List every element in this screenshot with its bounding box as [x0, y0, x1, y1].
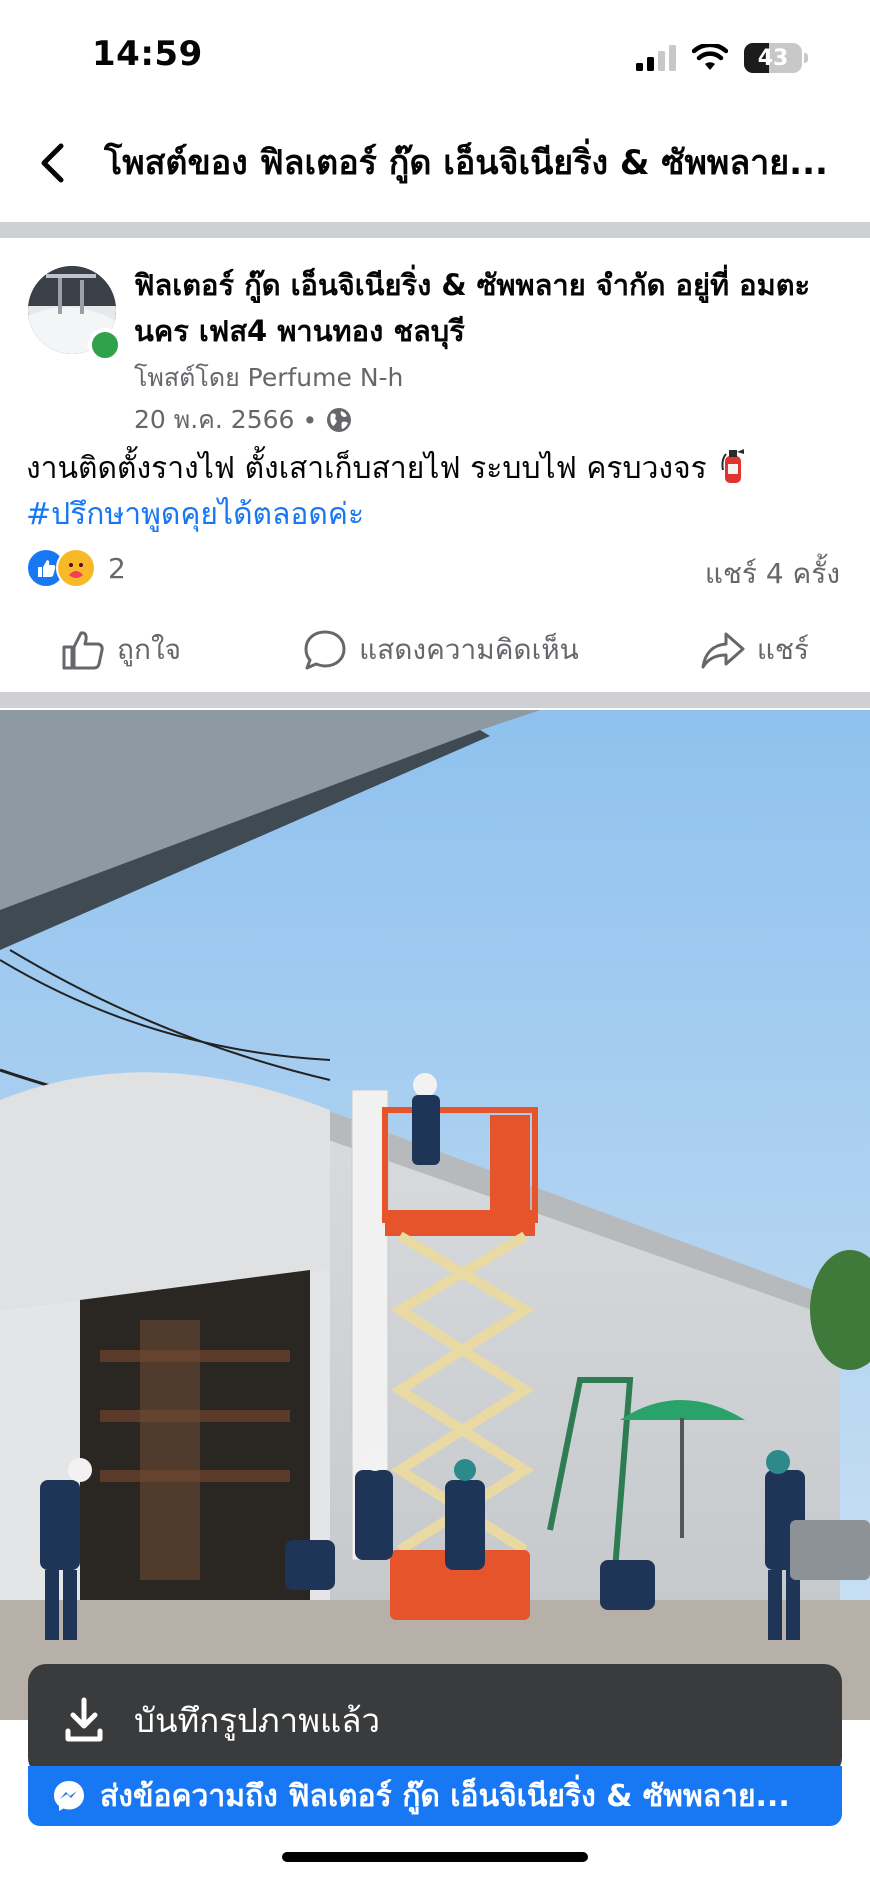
post-date[interactable]: 20 พ.ค. 2566: [134, 400, 294, 440]
online-status-dot: [88, 328, 122, 362]
fire-extinguisher-icon: [721, 449, 745, 483]
care-reaction-icon: [56, 548, 96, 588]
reaction-count: 2: [108, 551, 126, 585]
share-button[interactable]: แชร์: [701, 628, 809, 672]
page-name[interactable]: ฟิลเตอร์ กู๊ด เอ็นจิเนียริ่ง & ซัพพลาย จ…: [134, 262, 844, 354]
download-icon: [65, 1697, 103, 1742]
comment-label: แสดงความคิดเห็น: [359, 633, 579, 666]
thumbs-up-icon: [62, 631, 104, 670]
globe-icon: [327, 408, 352, 432]
battery-level: 43: [757, 45, 789, 71]
post-meta: 20 พ.ค. 2566 •: [134, 400, 353, 440]
send-message-bar[interactable]: ส่งข้อความถึง ฟิลเตอร์ กู๊ด เอ็นจิเนียริ…: [28, 1766, 842, 1826]
header-title: โพสต์ของ ฟิลเตอร์ กู๊ด เอ็นจิเนียริ่ง & …: [104, 143, 828, 183]
back-chevron-icon: [41, 143, 64, 183]
post-body: งานติดตั้งรางไฟ ตั้งเสาเก็บสายไฟ ระบบไฟ …: [26, 446, 856, 538]
status-icons: 43: [636, 40, 808, 76]
toast-text: บันทึกรูปภาพแล้ว: [134, 1700, 380, 1740]
wifi-icon: [692, 44, 728, 70]
section-divider: [0, 222, 870, 238]
back-button[interactable]: [30, 136, 74, 190]
comment-icon: [304, 630, 346, 670]
post-photo[interactable]: [0, 710, 870, 1720]
status-time: 14:59: [92, 34, 203, 74]
section-divider: [0, 692, 870, 708]
messenger-icon: [54, 1781, 84, 1811]
post-hashtag[interactable]: #ปรึกษาพูดคุยได้ตลอดค่ะ: [26, 497, 364, 532]
post-action-bar: ถูกใจ แสดงความคิดเห็น แชร์: [0, 618, 870, 682]
meta-separator: •: [302, 405, 318, 435]
comment-button[interactable]: แสดงความคิดเห็น: [303, 628, 579, 672]
like-button[interactable]: ถูกใจ: [61, 628, 181, 672]
home-indicator[interactable]: [282, 1852, 588, 1862]
battery-icon: 43: [744, 43, 802, 73]
share-count[interactable]: แชร์ 4 ครั้ง: [705, 552, 840, 596]
signal-icon: [636, 45, 676, 71]
saved-photo-toast[interactable]: บันทึกรูปภาพแล้ว: [28, 1664, 842, 1776]
reactions-summary[interactable]: 2: [26, 548, 126, 588]
send-message-text: ส่งข้อความถึง ฟิลเตอร์ กู๊ด เอ็นจิเนียริ…: [100, 1778, 790, 1814]
post-text: งานติดตั้งรางไฟ ตั้งเสาเก็บสายไฟ ระบบไฟ …: [26, 451, 707, 486]
share-icon: [701, 632, 745, 669]
posted-by: โพสต์โดย Perfume N-h: [134, 363, 404, 392]
like-label: ถูกใจ: [117, 633, 182, 666]
share-label: แชร์: [756, 633, 809, 666]
